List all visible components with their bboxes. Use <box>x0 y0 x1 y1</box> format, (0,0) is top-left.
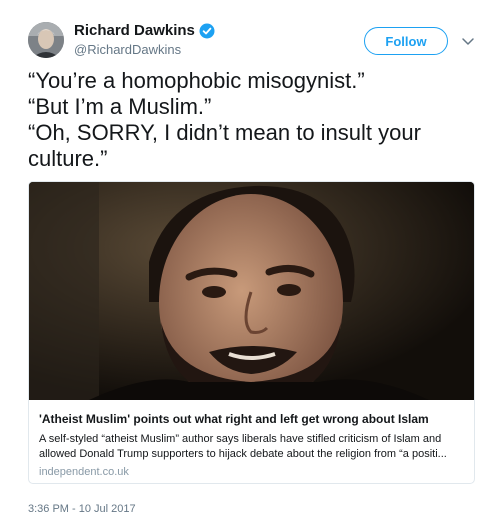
tweet-timestamp[interactable]: 3:36 PM - 10 Jul 2017 <box>28 503 136 515</box>
card-title[interactable]: 'Atheist Muslim' points out what right a… <box>39 412 466 427</box>
card-description: A self-styled “atheist Muslim” author sa… <box>39 432 466 462</box>
card-body[interactable]: 'Atheist Muslim' points out what right a… <box>39 412 466 479</box>
card-photo <box>29 182 474 400</box>
avatar[interactable] <box>28 22 64 58</box>
tweet-line: culture.” <box>28 146 108 171</box>
card-domain: independent.co.uk <box>39 466 129 478</box>
chevron-down-icon[interactable] <box>460 33 476 49</box>
author-name[interactable]: Richard Dawkins <box>74 22 195 39</box>
tweet-line: “Oh, SORRY, I didn’t mean to insult your <box>28 120 421 145</box>
follow-button[interactable]: Follow <box>364 27 448 55</box>
tweet-line: “But I’m a Muslim.” <box>28 94 212 119</box>
author-name-row[interactable]: Richard Dawkins <box>74 22 215 39</box>
tweet-line: “You’re a homophobic misogynist.” <box>28 68 365 93</box>
avatar-photo <box>28 22 64 58</box>
card-description-line: allowed Donald Trump supporters to hijac… <box>39 448 447 460</box>
card-description-line: A self-styled “atheist Muslim” author sa… <box>39 433 442 445</box>
verified-badge-icon <box>199 23 215 39</box>
link-card[interactable]: 'Atheist Muslim' points out what right a… <box>28 181 475 484</box>
tweet-text: “You’re a homophobic misogynist.” “But I… <box>28 68 478 172</box>
author-handle[interactable]: @RichardDawkins <box>74 42 181 57</box>
card-image[interactable] <box>29 182 474 400</box>
